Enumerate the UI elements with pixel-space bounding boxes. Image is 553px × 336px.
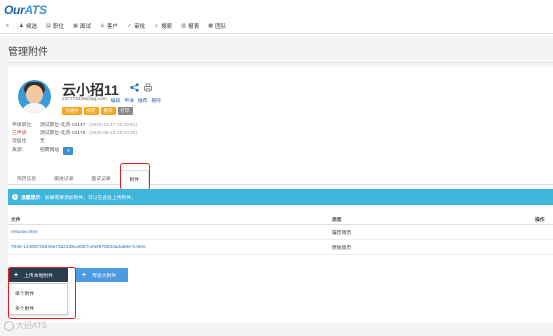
- calendar-icon: ▦: [73, 22, 78, 29]
- team-icon: ▩: [208, 22, 213, 29]
- status-badge[interactable]: 沟通中: [62, 107, 82, 115]
- app-logo[interactable]: OurATS: [4, 3, 64, 17]
- watermark-logo-icon: [4, 320, 14, 331]
- status-badge[interactable]: 打印: [117, 107, 133, 115]
- send-big-attachment-button[interactable]: + 传送大附件: [75, 268, 128, 282]
- file-link[interactable]: resume.html: [8, 230, 332, 235]
- annotation-box: [8, 267, 76, 319]
- user-icon: ♙: [100, 22, 105, 29]
- nav-label: 客户: [107, 23, 119, 30]
- tab-interview[interactable]: 面试记录: [82, 170, 119, 185]
- status-tags: 沟通中 待定 推荐 打印: [62, 107, 133, 115]
- tab-bar: 简历信息 跟进记录 面试记录 附件: [8, 170, 553, 185]
- check-icon: ✓: [127, 22, 132, 29]
- table-row: resume.html 履历简历: [8, 225, 553, 240]
- nav-label: 职位: [53, 23, 65, 30]
- table-header: 文件 类型 操作: [8, 215, 553, 225]
- attachments-table: 文件 类型 操作 resume.html 履历简历 7046-143657255…: [8, 215, 553, 255]
- contact-row: 237778446@qq.com 编辑 申请 推荐 删除: [62, 97, 161, 104]
- table-row: 7046-14365725549a73a2139ca93f7cefef97953…: [8, 240, 553, 255]
- nav-item-0[interactable]: ≡: [5, 22, 10, 29]
- share-icon[interactable]: [130, 83, 139, 92]
- nav-label: 审批: [134, 23, 146, 30]
- watermark: 大招ATS: [4, 320, 47, 331]
- status-badge[interactable]: 推荐: [100, 107, 116, 115]
- tab-resume[interactable]: 简历信息: [8, 170, 45, 185]
- candidate-info: 申请职位: 测试职位-北京-02147 (2019-12-17 15:19:51…: [12, 122, 137, 155]
- menu-icon: ≡: [6, 22, 9, 29]
- nav-label: 面试: [80, 23, 92, 30]
- status-badge[interactable]: 待定: [83, 107, 99, 115]
- info-row: 来源: 招聘网站 ▾: [12, 146, 137, 155]
- nav-item-2[interactable]: ▤ 职位: [46, 22, 64, 30]
- nav-label: 团队: [215, 23, 227, 30]
- people-icon: ♟: [19, 22, 24, 29]
- info-row: 申请职位: 测试职位-北京-02147 (2019-12-17 15:19:51…: [12, 123, 138, 128]
- candidate-avatar: [18, 80, 51, 113]
- printer-icon[interactable]: [143, 83, 153, 92]
- action-edit[interactable]: 编辑: [111, 97, 121, 104]
- annotation-box: [120, 163, 150, 190]
- info-row: 现居住: 无: [12, 139, 45, 145]
- tab-followup[interactable]: 跟进记录: [45, 170, 82, 185]
- candidate-card: 云小招11 237778446@qq.com 编辑 申请 推荐 删除 沟通中 待…: [8, 67, 553, 323]
- page-title: 管理附件: [8, 47, 48, 58]
- action-recommend[interactable]: 推荐: [138, 97, 148, 104]
- info-icon: i: [12, 194, 18, 200]
- nav-item-5[interactable]: ✓ 审批: [127, 22, 145, 30]
- action-delete[interactable]: 删除: [151, 97, 161, 104]
- nav-label: 报表: [188, 23, 200, 30]
- plus-icon: +: [82, 271, 87, 279]
- nav-label: 搜索: [161, 23, 173, 30]
- title-divider: [8, 62, 553, 63]
- nav-item-1[interactable]: ♟ 候选: [19, 22, 37, 30]
- briefcase-icon: ▤: [46, 22, 51, 29]
- search-icon: ⌕: [155, 22, 158, 29]
- file-link[interactable]: 7046-14365725549a73a2139ca93f7cefef97953…: [8, 245, 332, 250]
- nav-item-8[interactable]: ▩ 团队: [208, 22, 226, 30]
- candidate-email: 237778446@qq.com: [62, 97, 107, 102]
- main-nav: ≡ ♟ 候选 ▤ 职位 ▦ 面试 ♙ 客户 ✓ 审批 ⌕ 搜索 ▥ 报表 ▩ 团队: [0, 18, 553, 34]
- action-apply[interactable]: 申请: [124, 97, 134, 104]
- nav-item-7[interactable]: ▥ 报表: [181, 22, 199, 30]
- source-dropdown-button[interactable]: ▾: [63, 146, 74, 155]
- chart-icon: ▥: [181, 22, 186, 29]
- tip-banner: i 温馨提示: 如果需要添加附件，可以在此处上传附件。: [8, 189, 553, 205]
- nav-item-3[interactable]: ▦ 面试: [73, 22, 91, 30]
- nav-item-4[interactable]: ♙ 客户: [100, 22, 118, 30]
- info-row: 已申请: 测试职位-北京-02176 (2020-05-13 18:10:26): [12, 131, 138, 137]
- nav-item-6[interactable]: ⌕ 搜索: [154, 22, 172, 30]
- nav-label: 候选: [26, 23, 38, 30]
